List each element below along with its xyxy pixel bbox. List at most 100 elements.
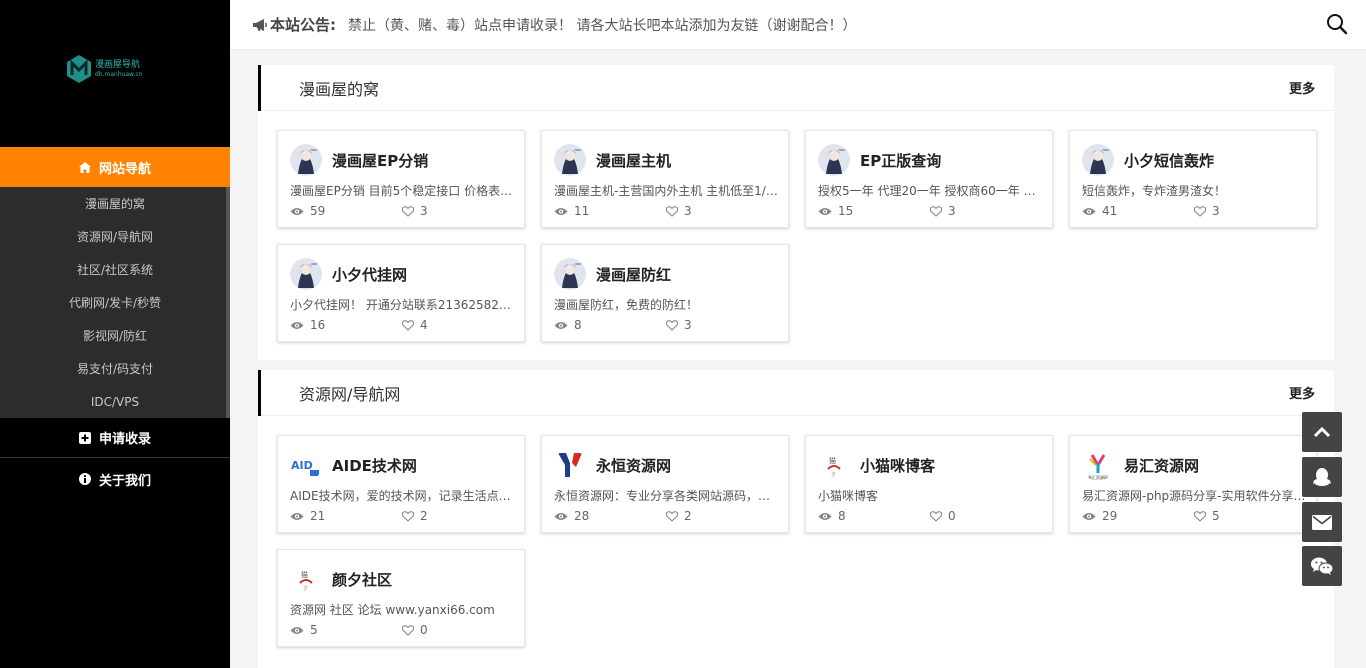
like-count[interactable]: 3 [666,318,692,332]
like-count[interactable]: 3 [666,204,692,218]
site-card[interactable]: 易汇资源网 易汇资源网 易汇资源网-php源码分享-实用软件分享… 29 5 [1069,435,1317,533]
logo-icon [67,55,91,83]
view-count: 8 [554,318,582,332]
site-name[interactable]: AIDE技术网 [332,455,417,476]
site-name[interactable]: 漫画屋主机 [596,150,671,171]
site-card[interactable]: 漫画屋主机 漫画屋主机-主营国内外主机 主机低至1/… 11 3 [541,130,789,228]
more-link[interactable]: 更多 [1289,78,1315,97]
site-name[interactable]: 小夕代挂网 [332,264,407,285]
site-name[interactable]: 易汇资源网 [1124,455,1199,476]
submenu-item[interactable]: 易支付/码支付 [0,352,230,385]
like-count[interactable]: 3 [1194,204,1220,218]
view-count: 8 [818,509,846,523]
submenu-item[interactable]: 资源网/导航网 [0,220,230,253]
site-description: 漫画屋防红，免费的防红！ [554,298,699,312]
submenu-item[interactable]: IDC/VPS [0,385,230,418]
submenu-item[interactable]: 代刷网/发卡/秒赞 [0,286,230,319]
more-link[interactable]: 更多 [1289,383,1315,402]
mail-button[interactable] [1302,502,1342,542]
view-count-value: 21 [310,509,326,523]
heart-icon [930,205,942,217]
like-count-value: 2 [684,509,692,523]
submenu-item[interactable]: 影视网/防红 [0,319,230,352]
like-count[interactable]: 0 [402,623,428,637]
view-count: 41 [1082,204,1117,218]
site-card[interactable]: 小夕代挂网 小夕代挂网！ 开通分站联系2136258233 16 4 [277,244,525,342]
like-count[interactable]: 3 [930,204,956,218]
like-count-value: 5 [1212,509,1220,523]
submenu-item[interactable]: 社区/社区系统 [0,253,230,286]
submenu-scrollbar[interactable] [226,187,230,418]
heart-icon [666,510,678,522]
site-name[interactable]: 漫画屋EP分销 [332,150,428,171]
site-card[interactable]: EP正版查询 授权5一年 代理20一年 授权商60一年 … 15 3 [805,130,1053,228]
site-card[interactable]: 漫画屋EP分销 漫画屋EP分销 目前5个稳定接口 价格表… 59 3 [277,130,525,228]
site-avatar [1082,144,1114,176]
site-name[interactable]: 永恒资源网 [596,455,671,476]
info-circle-icon [78,473,91,485]
notice-label: 本站公告: [270,16,336,34]
heart-icon [930,510,942,522]
like-count[interactable]: 2 [666,509,692,523]
site-name[interactable]: 颜夕社区 [332,569,392,590]
site-description: 短信轰炸，专炸渣男渣女！ [1082,184,1227,198]
eye-icon [554,512,568,520]
site-description: AIDE技术网，爱的技术网，记录生活点… [290,489,511,503]
like-count[interactable]: 3 [402,204,428,218]
submenu-item[interactable]: 漫画屋的窝 [0,187,230,220]
nav-apply-label: 申请收录 [98,432,151,447]
like-count[interactable]: 5 [1194,509,1220,523]
site-logo[interactable]: 漫画屋导航 dh.manhuaw.cn [66,52,166,86]
nav-about[interactable]: 关于我们 [0,459,230,499]
logo-subtitle: dh.manhuaw.cn [95,70,143,78]
site-card[interactable]: 永恒资源网 永恒资源网：专业分享各类网站源码，… 28 2 [541,435,789,533]
arrow-up-icon [1313,426,1331,438]
site-description: 永恒资源网：专业分享各类网站源码，… [554,489,771,503]
notice-text: 禁止（黄、赌、毒）站点申请收录！ 请各大站长吧本站添加为友链（谢谢配合！） [348,17,857,34]
heart-icon [666,205,678,217]
site-card[interactable]: AID AIDE技术网 AIDE技术网，爱的技术网，记录生活点… 21 2 [277,435,525,533]
eye-icon [290,207,304,215]
site-name[interactable]: EP正版查询 [860,150,941,171]
like-count-value: 0 [420,623,428,637]
site-card[interactable]: 猫夕颜夕社区 资源网 社区 论坛 www.yanxi66.com 5 0 [277,549,525,647]
site-name[interactable]: 小猫咪博客 [860,455,935,476]
nav-about-label: 关于我们 [98,473,151,489]
like-count[interactable]: 0 [930,509,956,523]
wechat-button[interactable] [1302,546,1342,586]
like-count-value: 2 [420,509,428,523]
view-count: 16 [290,318,325,332]
sidebar: 漫画屋导航 dh.manhuaw.cn 网站导航 漫画屋的窝 资源网/导航网 社… [0,0,230,668]
eye-icon [290,512,304,520]
nav-apply[interactable]: 申请收录 [0,418,230,458]
site-description: 资源网 社区 论坛 www.yanxi66.com [290,603,495,617]
svg-text:AID: AID [291,459,313,472]
like-count[interactable]: 2 [402,509,428,523]
view-count: 11 [554,204,589,218]
view-count: 15 [818,204,853,218]
eye-icon [290,626,304,634]
view-count-value: 8 [838,509,846,523]
svg-text:猫: 猫 [829,456,836,465]
bullhorn-icon [252,18,268,32]
heart-icon [1194,205,1206,217]
like-count[interactable]: 4 [402,318,428,332]
section-title: 漫画屋的窝 [299,79,380,99]
site-card[interactable]: 小夕短信轰炸短信轰炸，专炸渣男渣女！ 41 3 [1069,130,1317,228]
search-icon[interactable] [1326,13,1348,35]
site-name[interactable]: 漫画屋防红 [596,264,671,285]
eye-icon [818,512,832,520]
heart-icon [402,319,414,331]
nav-site-navigation[interactable]: 网站导航 [0,147,230,187]
heart-icon [1194,510,1206,522]
view-count-value: 16 [310,318,326,332]
svg-text:夕: 夕 [303,585,308,592]
site-card[interactable]: 猫夕小猫咪博客 小猫咪博客 8 0 [805,435,1053,533]
site-card[interactable]: 漫画屋防红漫画屋防红，免费的防红！ 8 3 [541,244,789,342]
site-avatar: 猫夕 [290,563,322,595]
back-to-top-button[interactable] [1302,412,1342,452]
qq-button[interactable] [1302,457,1342,497]
site-name[interactable]: 小夕短信轰炸 [1124,150,1214,171]
site-avatar [554,449,586,481]
svg-text:夕: 夕 [831,471,836,478]
